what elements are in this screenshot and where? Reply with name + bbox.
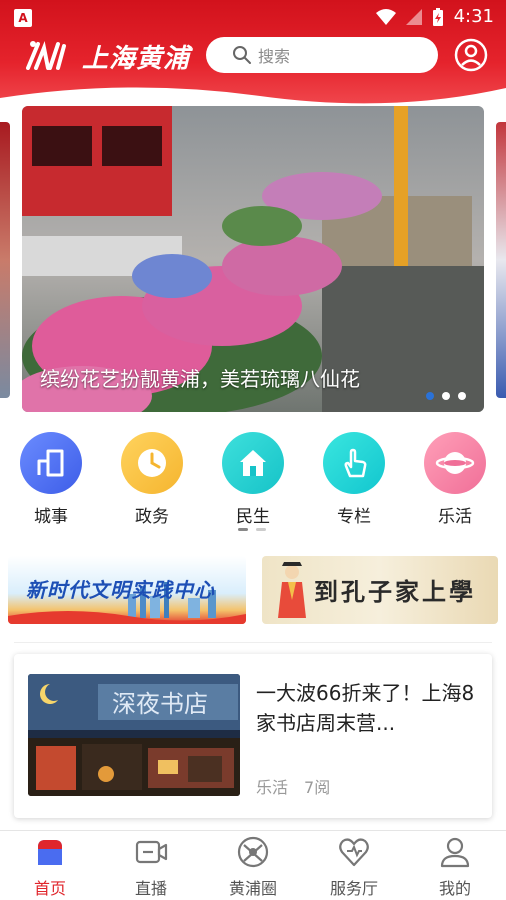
city-chart-icon	[20, 432, 82, 494]
bookstore-illustration: 深夜书店	[28, 674, 240, 796]
quick-nav-column[interactable]: 专栏	[314, 432, 394, 527]
carousel[interactable]: 缤纷花艺扮靓黄浦，美若琉璃八仙花	[0, 104, 506, 416]
article-reads: 7阅	[304, 778, 331, 797]
hand-pointer-icon	[323, 432, 385, 494]
quick-nav-government[interactable]: 政务	[112, 432, 192, 527]
carousel-caption: 缤纷花艺扮靓黄浦，美若琉璃八仙花	[40, 367, 360, 391]
search-icon	[233, 46, 251, 64]
carousel-dot[interactable]	[458, 392, 466, 400]
page-indicator	[256, 528, 266, 531]
banner-row: 新时代文明实践中心 到孔子家上學	[0, 556, 506, 626]
header: A 4:31 上海黄浦 搜索	[0, 0, 506, 104]
search-input[interactable]: 搜索	[206, 37, 438, 73]
home-icon	[222, 432, 284, 494]
tab-label: 服务厅	[329, 879, 378, 898]
banner-left-text: 新时代文明实践中心	[26, 578, 215, 602]
bottom-nav: 首页 直播 黄浦圈 服务厅 我的	[0, 830, 506, 900]
status-bar: A 4:31	[0, 0, 506, 34]
banner-right-text: 到孔子家上學	[314, 577, 476, 606]
carousel-dots	[426, 392, 466, 400]
status-time: 4:31	[453, 6, 494, 27]
carousel-dot[interactable]	[442, 392, 450, 400]
user-icon[interactable]	[454, 38, 488, 72]
wifi-icon	[375, 8, 396, 25]
page-indicator-active	[238, 528, 248, 531]
app-title: 上海黄浦	[82, 44, 191, 74]
profile-icon	[440, 837, 470, 868]
heart-icon	[339, 838, 369, 867]
carousel-slide[interactable]: 缤纷花艺扮靓黄浦，美若琉璃八仙花	[22, 106, 484, 412]
logo-icon	[26, 41, 66, 70]
circle-icon	[237, 836, 269, 868]
tab-home[interactable]: 首页	[10, 835, 90, 899]
tab-mine[interactable]: 我的	[415, 835, 495, 899]
tab-label: 黄浦圈	[228, 879, 277, 898]
tab-label: 首页	[33, 879, 66, 898]
signal-icon	[405, 8, 422, 25]
confucius-figure	[278, 562, 306, 618]
article-meta: 乐活 7阅	[256, 774, 330, 798]
carousel-dot[interactable]	[426, 392, 434, 400]
video-icon	[135, 840, 168, 864]
next-slide-peek[interactable]	[496, 122, 506, 398]
article-title: 一大波66折来了！上海8家书店周末营...	[256, 681, 475, 735]
tab-label: 我的	[438, 879, 471, 898]
article-thumbnail: 深夜书店	[28, 674, 240, 796]
tab-live[interactable]: 直播	[111, 835, 191, 899]
quick-nav-leisure[interactable]: 乐活	[415, 432, 495, 527]
quick-nav-label: 乐活	[438, 507, 472, 527]
clock-icon	[121, 432, 183, 494]
quick-nav: 城事 政务 民生 专栏 乐活	[0, 432, 506, 527]
tab-label: 直播	[134, 879, 167, 898]
notification-indicator: A	[14, 9, 32, 27]
article-card[interactable]: 深夜书店 一大波66折来了！上海8家书店周末营... 乐活 7阅	[14, 654, 492, 818]
search-placeholder: 搜索	[258, 47, 291, 66]
header-wave	[0, 87, 506, 104]
confucius-banner[interactable]: 到孔子家上學	[262, 556, 498, 624]
civilization-center-banner[interactable]: 新时代文明实践中心	[8, 556, 246, 624]
quick-nav-label: 政务	[135, 507, 169, 527]
quick-nav-page-indicator	[238, 528, 266, 531]
tab-huangpu-circle[interactable]: 黄浦圈	[213, 835, 293, 899]
quick-nav-livelihood[interactable]: 民生	[213, 432, 293, 527]
article-category: 乐活	[256, 778, 289, 797]
quick-nav-label: 民生	[236, 507, 270, 527]
quick-nav-label: 专栏	[337, 507, 371, 527]
tab-service-hall[interactable]: 服务厅	[314, 835, 394, 899]
quick-nav-label: 城事	[34, 507, 68, 527]
divider	[14, 642, 492, 643]
home-tab-icon	[38, 840, 62, 865]
quick-nav-city[interactable]: 城事	[11, 432, 91, 527]
battery-icon	[432, 7, 443, 26]
prev-slide-peek[interactable]	[0, 122, 10, 398]
thumb-sign-text: 深夜书店	[112, 690, 208, 718]
planet-icon	[424, 432, 486, 494]
status-icons: 4:31	[375, 6, 494, 27]
